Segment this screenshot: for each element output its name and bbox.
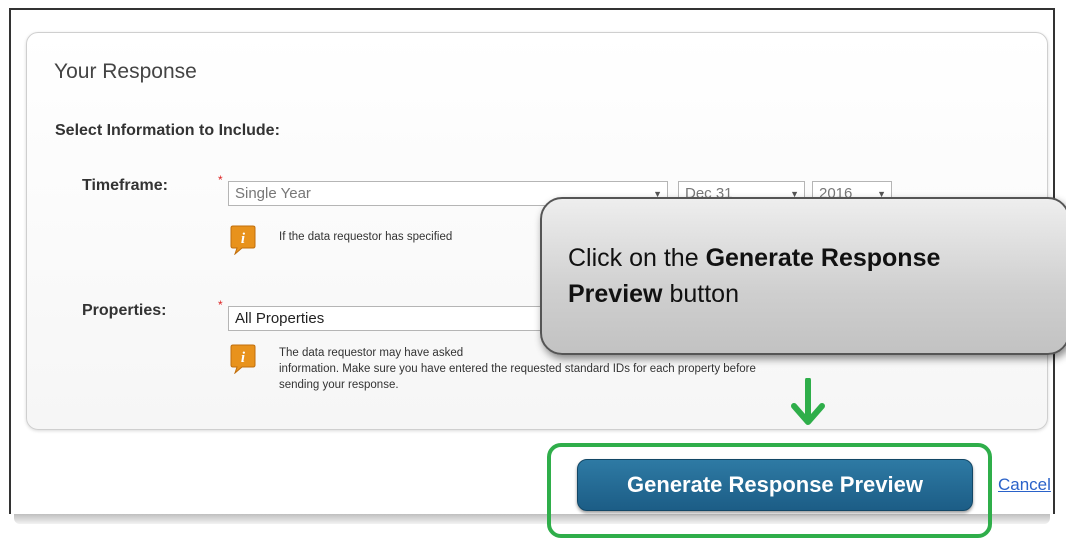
properties-required-mark: *: [218, 298, 223, 312]
info-icon: i: [230, 225, 256, 255]
callout-text-plain-2: button: [662, 280, 739, 308]
generate-response-preview-button[interactable]: Generate Response Preview: [577, 459, 973, 511]
arrow-down-icon: [791, 378, 825, 425]
cancel-link[interactable]: Cancel: [998, 475, 1051, 495]
properties-info-line-1: The data requestor may have asked: [279, 347, 464, 359]
timeframe-period-value: Single Year: [235, 185, 311, 202]
info-icon: i: [230, 344, 256, 374]
timeframe-required-mark: *: [218, 173, 223, 187]
callout-text-bold-1: Generate Response: [705, 244, 941, 272]
callout-text-bold-2: Preview: [568, 280, 663, 308]
section-title: Select Information to Include:: [55, 122, 280, 139]
callout-text: Click on the Generate Response Preview b…: [568, 240, 1048, 312]
properties-info-line-3: sending your response.: [279, 379, 399, 391]
callout-text-plain-1: Click on the: [568, 244, 706, 272]
timeframe-info-text: If the data requestor has specified: [279, 231, 453, 243]
panel-title: Your Response: [54, 60, 197, 83]
properties-value: All Properties: [235, 310, 325, 327]
properties-label: Properties:: [82, 302, 167, 319]
properties-select[interactable]: All Properties: [228, 306, 558, 331]
properties-info-line-2: information. Make sure you have entered …: [279, 363, 756, 375]
timeframe-label: Timeframe:: [82, 177, 168, 194]
